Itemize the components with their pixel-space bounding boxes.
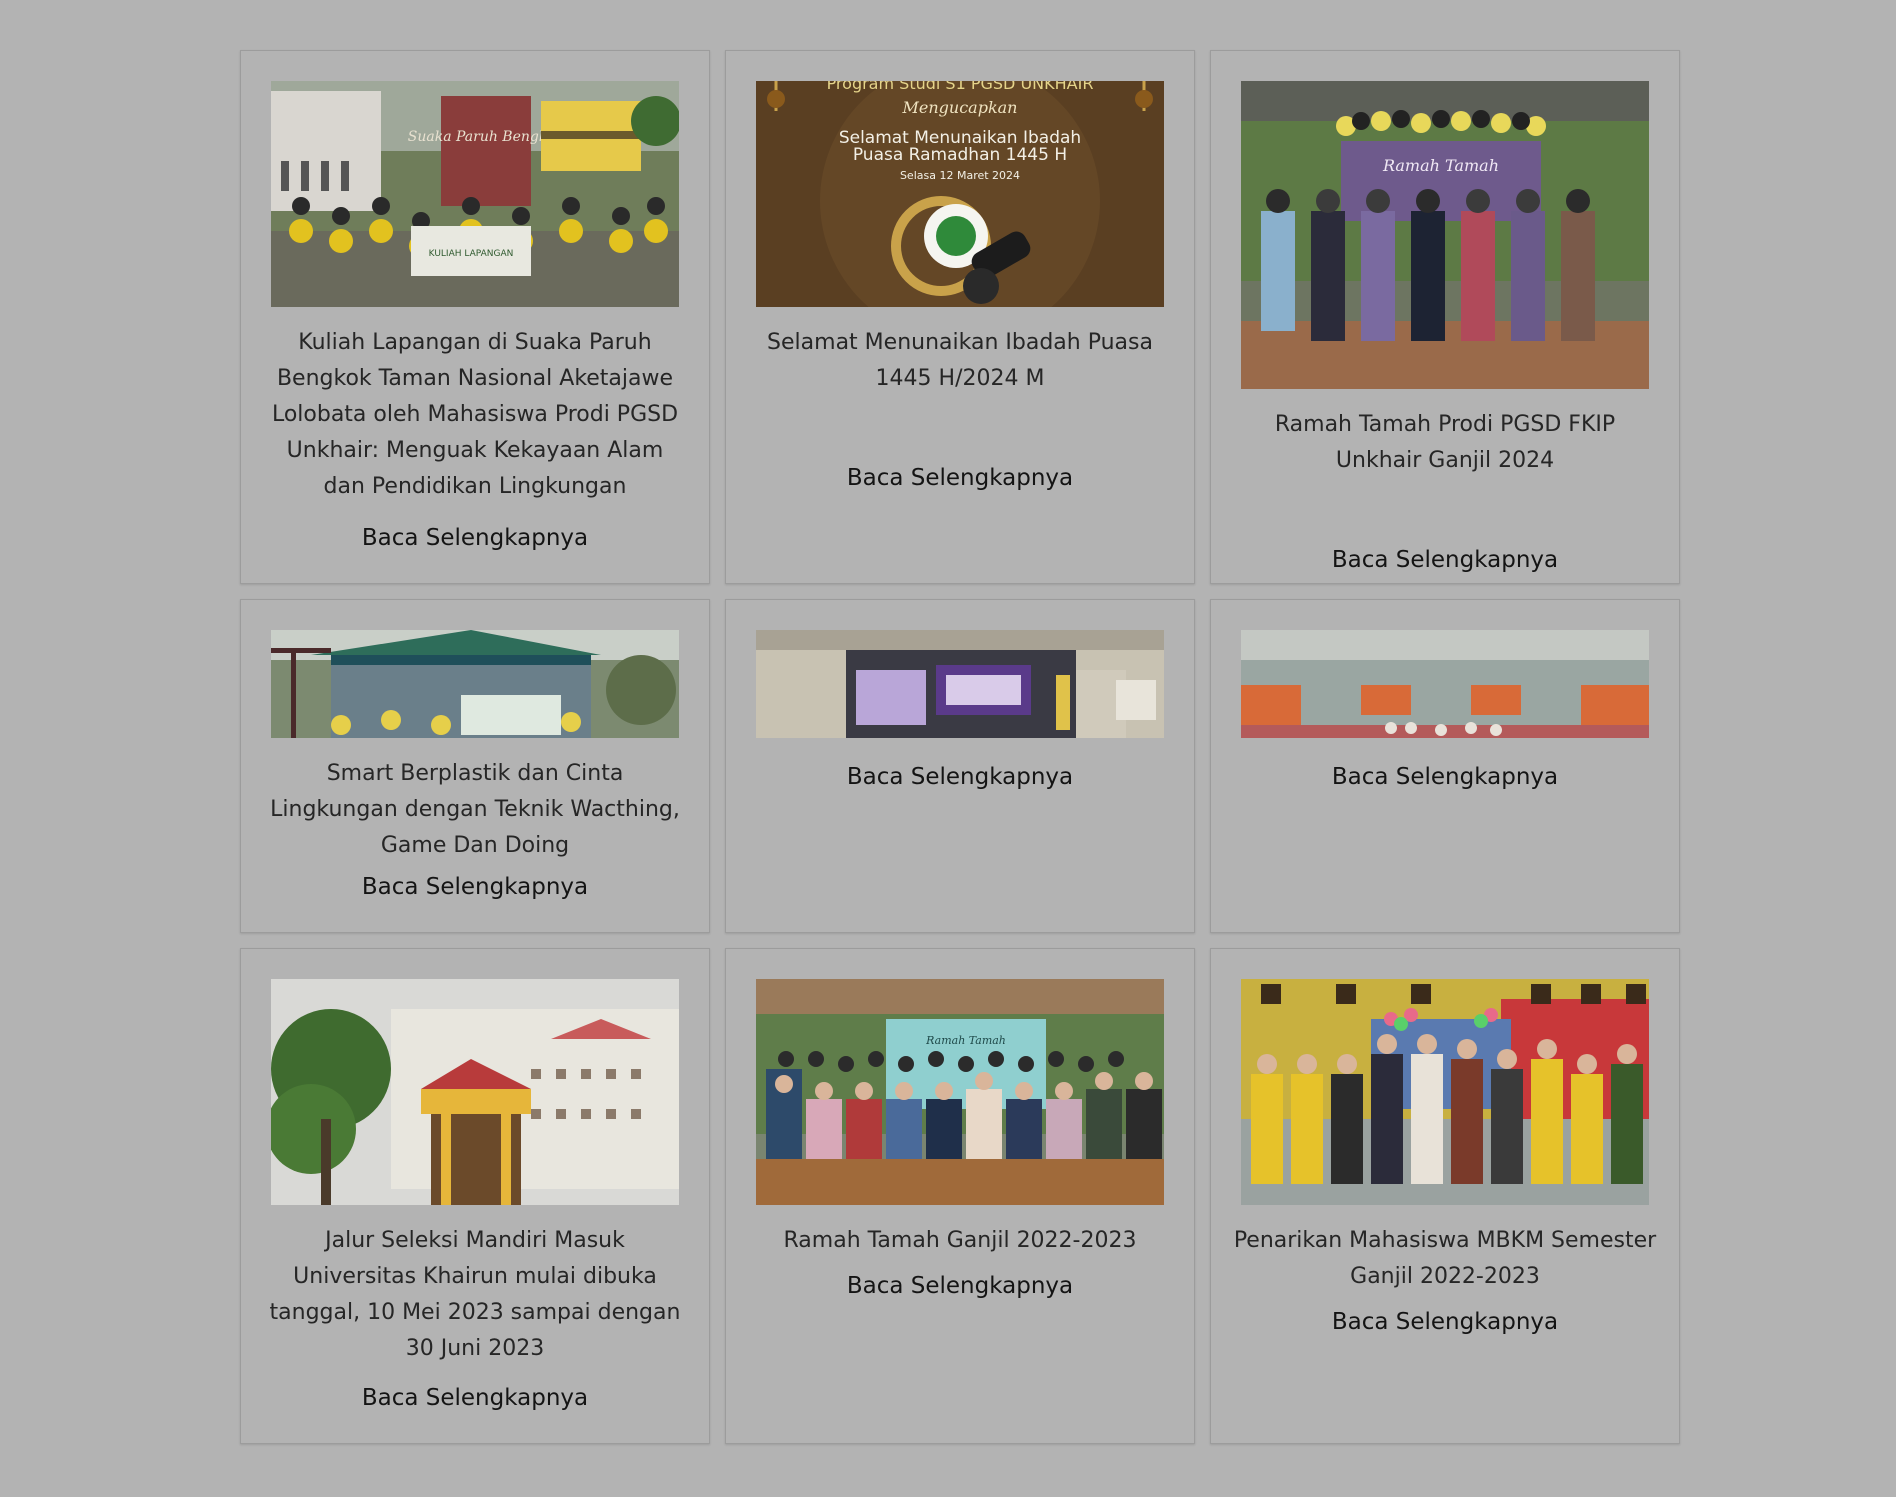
post-title[interactable]: Ramah Tamah Ganjil 2022-2023 xyxy=(748,1223,1172,1259)
post-thumbnail[interactable] xyxy=(756,630,1164,738)
post-thumbnail[interactable]: Program Studi S1 PGSD UNKHAIR Mengucapka… xyxy=(756,81,1164,307)
card-top-text: Program Studi S1 PGSD UNKHAIR xyxy=(827,81,1094,93)
banner-text: Ramah Tamah xyxy=(1382,156,1499,175)
post-title[interactable]: Kuliah Lapangan di Suaka Paruh Bengkok T… xyxy=(263,325,687,505)
post-card: Suaka Paruh Bengkok KULIAH LAPANGAN Kuli… xyxy=(240,50,710,584)
post-thumbnail[interactable] xyxy=(271,630,679,738)
greeting-line-2: Puasa Ramadhan 1445 H xyxy=(853,145,1067,165)
post-card: Program Studi S1 PGSD UNKHAIR Mengucapka… xyxy=(725,50,1195,584)
post-thumbnail[interactable]: Ramah Tamah xyxy=(1241,81,1649,389)
post-card: Ramah Tamah Ramah Tamah Prodi PGSD FKIP … xyxy=(1210,50,1680,584)
read-more-link[interactable]: Baca Selengkapnya xyxy=(263,523,687,553)
read-more-link[interactable]: Baca Selengkapnya xyxy=(1233,762,1657,792)
post-thumbnail[interactable] xyxy=(1241,630,1649,738)
post-thumbnail[interactable] xyxy=(1241,979,1649,1205)
post-title[interactable]: Selamat Menunaikan Ibadah Puasa 1445 H/2… xyxy=(748,325,1172,397)
read-more-link[interactable]: Baca Selengkapnya xyxy=(1233,1307,1657,1337)
post-thumbnail[interactable]: Ramah Tamah xyxy=(756,979,1164,1205)
post-card: Baca Selengkapnya xyxy=(725,599,1195,933)
sign-text: Suaka Paruh Bengkok xyxy=(408,129,565,145)
greeting-date: Selasa 12 Maret 2024 xyxy=(900,169,1020,182)
banner-text: Ramah Tamah xyxy=(925,1034,1006,1047)
read-more-link[interactable]: Baca Selengkapnya xyxy=(748,762,1172,792)
post-title[interactable]: Ramah Tamah Prodi PGSD FKIP Unkhair Ganj… xyxy=(1233,407,1657,479)
post-card: Ramah Tamah Ramah Tamah Ganjil 2022-2023… xyxy=(725,948,1195,1444)
post-title[interactable]: Smart Berplastik dan Cinta Lingkungan de… xyxy=(263,756,687,864)
post-card: Baca Selengkapnya xyxy=(1210,599,1680,933)
post-card: Smart Berplastik dan Cinta Lingkungan de… xyxy=(240,599,710,933)
read-more-link[interactable]: Baca Selengkapnya xyxy=(748,463,1172,493)
read-more-link[interactable]: Baca Selengkapnya xyxy=(748,1271,1172,1301)
post-card: Penarikan Mahasiswa MBKM Semester Ganjil… xyxy=(1210,948,1680,1444)
read-more-link[interactable]: Baca Selengkapnya xyxy=(263,872,687,902)
read-more-link[interactable]: Baca Selengkapnya xyxy=(1233,545,1657,575)
post-title[interactable]: Penarikan Mahasiswa MBKM Semester Ganjil… xyxy=(1233,1223,1657,1295)
read-more-link[interactable]: Baca Selengkapnya xyxy=(263,1383,687,1413)
banner-text: KULIAH LAPANGAN xyxy=(429,249,514,259)
post-title[interactable]: Jalur Seleksi Mandiri Masuk Universitas … xyxy=(263,1223,687,1367)
post-card: Jalur Seleksi Mandiri Masuk Universitas … xyxy=(240,948,710,1444)
post-thumbnail[interactable]: Suaka Paruh Bengkok KULIAH LAPANGAN xyxy=(271,81,679,307)
card-script-text: Mengucapkan xyxy=(902,98,1018,117)
post-thumbnail[interactable] xyxy=(271,979,679,1205)
